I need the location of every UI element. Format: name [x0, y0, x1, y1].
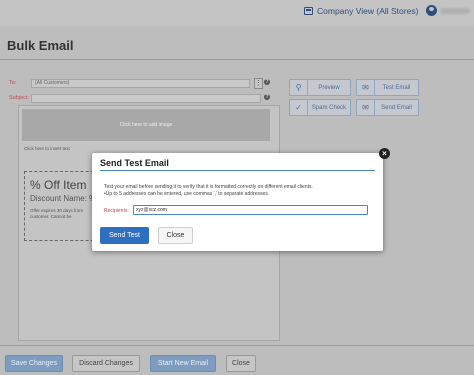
dialog-message: Test your email before sending it to ver… — [104, 184, 374, 198]
dialog-message-line-2: •Up to 5 addresses can be entered, use c… — [104, 191, 270, 197]
recipients-input[interactable] — [133, 205, 368, 215]
send-test-button[interactable]: Send Test — [100, 227, 149, 244]
dialog-close-button[interactable]: Close — [158, 227, 193, 244]
close-icon[interactable]: × — [379, 148, 390, 159]
recipients-label: Recipients: — [104, 208, 129, 214]
dialog-title: Send Test Email — [100, 158, 169, 168]
dialog-message-line-1: Test your email before sending it to ver… — [104, 184, 313, 190]
dialog-title-underline — [100, 170, 375, 171]
send-test-email-dialog: Send Test Email Test your email before s… — [92, 153, 383, 251]
